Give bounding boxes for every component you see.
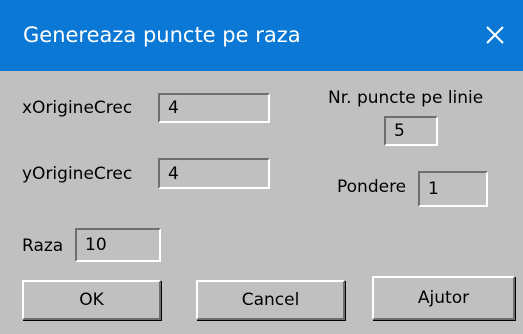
radius-label: Raza (22, 236, 64, 256)
title-bar: Genereaza puncte pe raza (0, 0, 523, 71)
points-per-line-input[interactable] (384, 116, 438, 146)
y-origin-label: yOrigineCrec (22, 164, 133, 184)
cancel-button[interactable]: Cancel (196, 280, 345, 320)
help-button[interactable]: Ajutor (372, 276, 515, 320)
y-origin-input[interactable] (158, 158, 270, 189)
weight-label: Pondere (337, 177, 407, 197)
close-icon (486, 26, 504, 44)
close-button[interactable] (465, 0, 523, 71)
radius-input[interactable] (75, 228, 161, 262)
x-origin-label: xOrigineCrec (22, 98, 133, 118)
weight-input[interactable] (418, 171, 488, 207)
x-origin-input[interactable] (158, 93, 270, 123)
ok-button[interactable]: OK (22, 280, 161, 320)
window-title: Genereaza puncte pe raza (23, 23, 301, 47)
points-per-line-label: Nr. puncte pe linie (328, 88, 484, 108)
dialog-window: Genereaza puncte pe raza xOrigineCrec yO… (0, 0, 523, 334)
